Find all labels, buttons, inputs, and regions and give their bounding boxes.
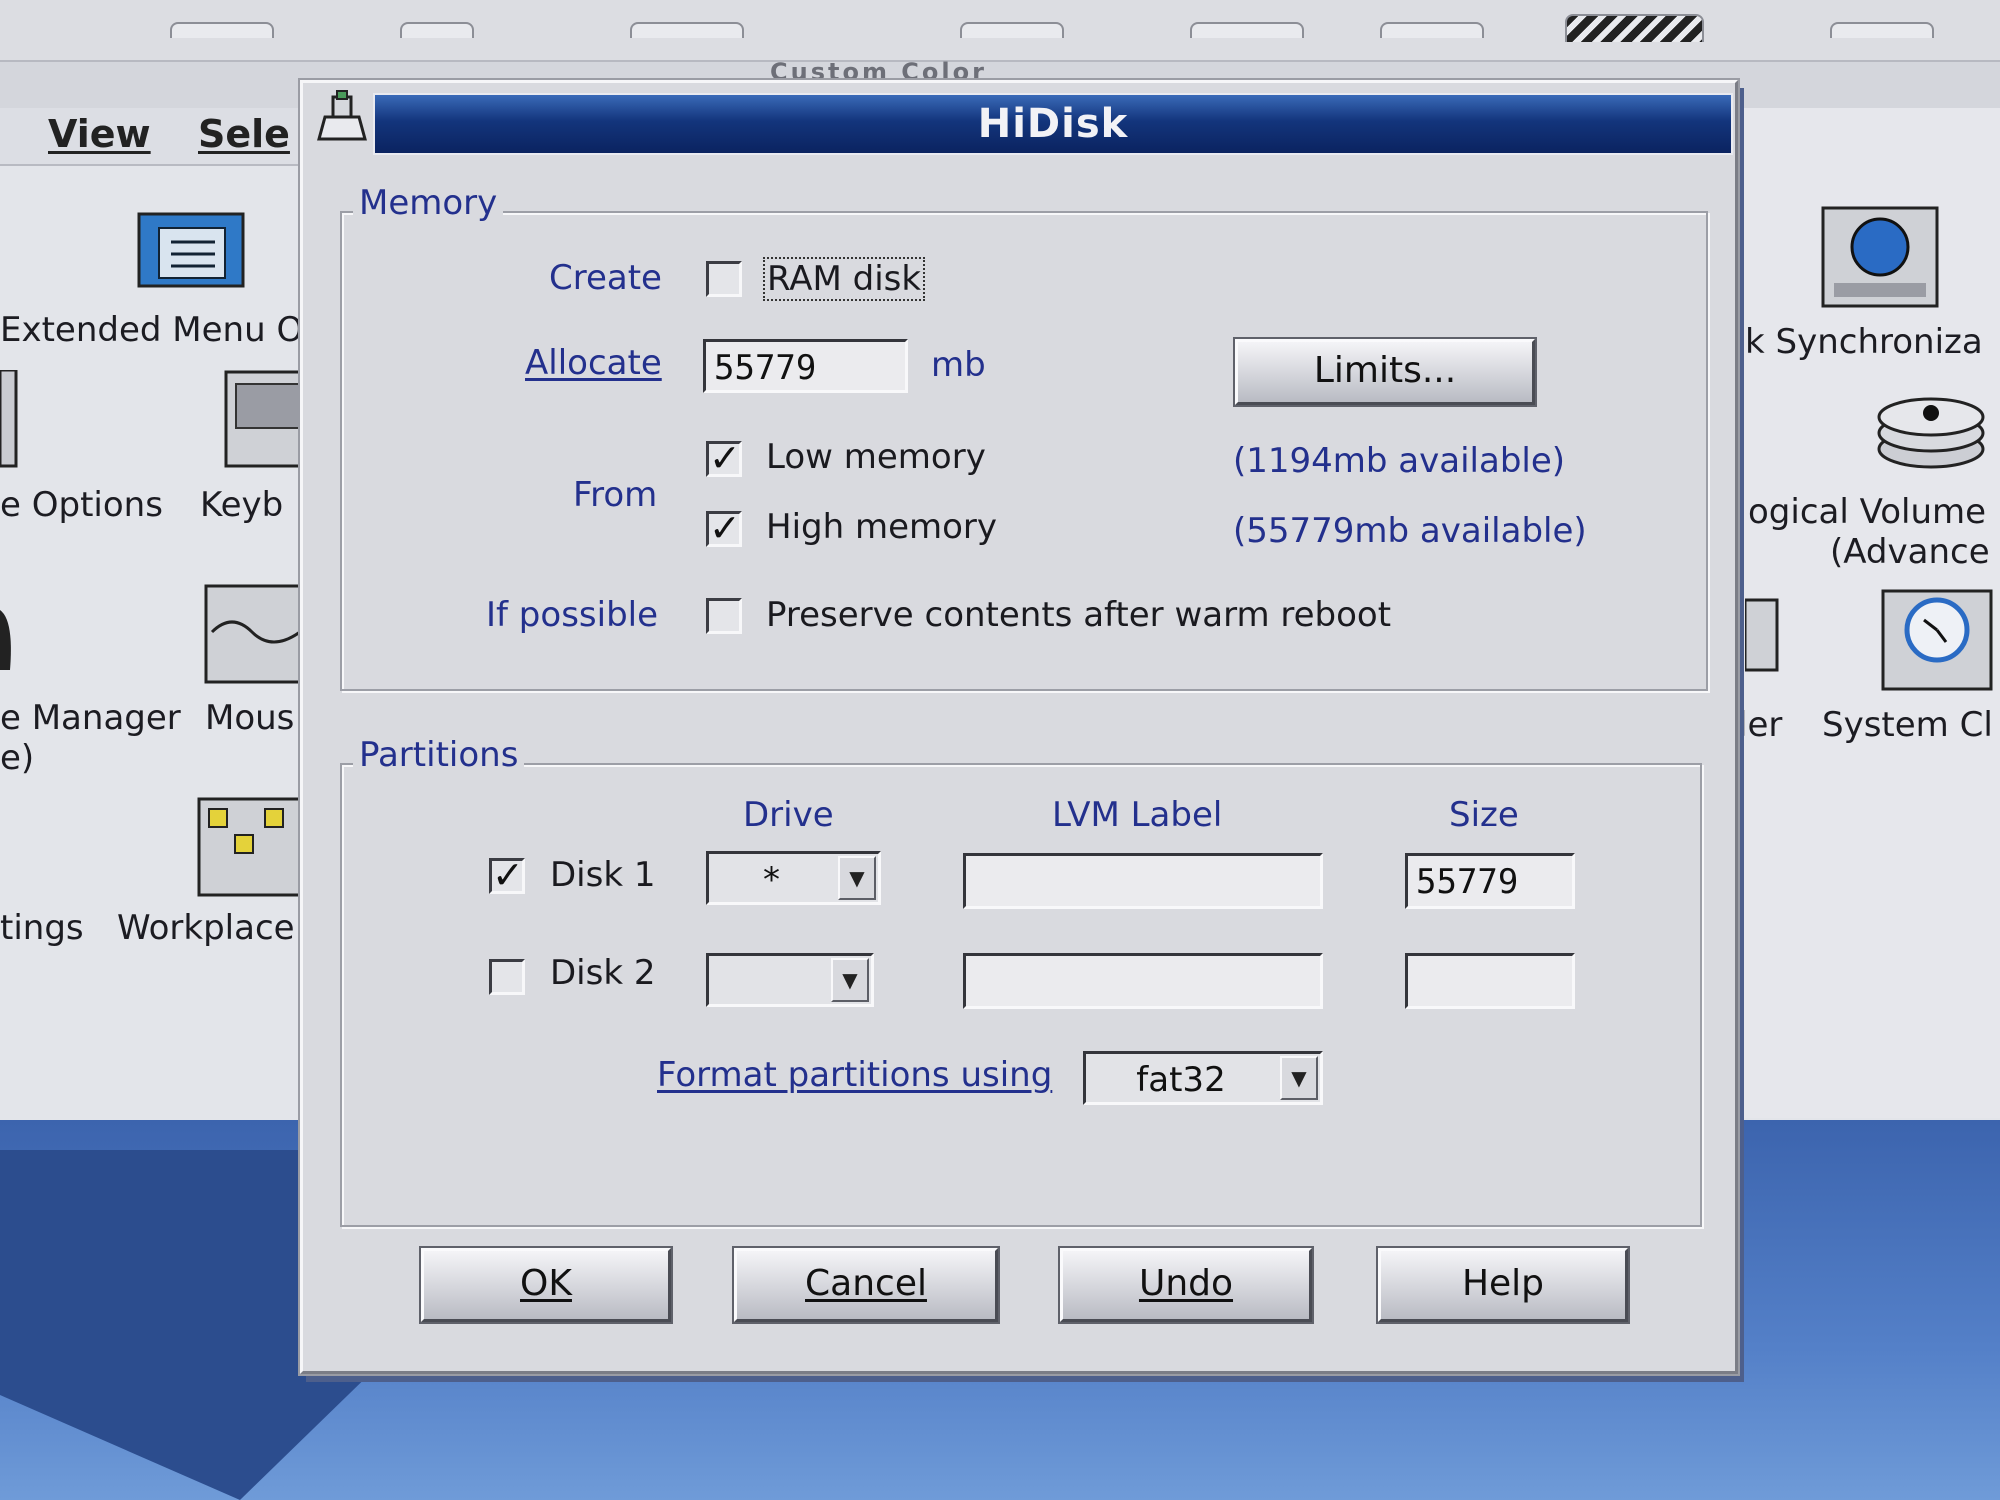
chevron-down-icon[interactable]: ▼ [838, 856, 876, 900]
disk-2-size-input[interactable] [1405, 953, 1575, 1009]
ram-disk-label[interactable]: RAM disk [763, 257, 926, 301]
disk-2-label[interactable]: Disk 2 [550, 953, 655, 993]
folder-tab-icon [960, 22, 1064, 38]
high-memory-label[interactable]: High memory [766, 507, 997, 547]
system-clock-icon[interactable] [1880, 588, 1994, 698]
high-memory-available: (55779mb available) [1233, 511, 1587, 551]
allocate-label: Allocate [525, 343, 662, 383]
folder-tab-icon [630, 22, 744, 38]
format-select[interactable]: fat32 ▼ [1083, 1051, 1323, 1105]
disk-2-checkbox[interactable] [489, 959, 525, 995]
workplace-icon[interactable] [195, 795, 302, 903]
low-memory-available: (1194mb available) [1233, 441, 1566, 481]
folder-tab-icon [1190, 22, 1304, 38]
icon-label: Mous [205, 698, 295, 738]
undo-button-label: Undo [1138, 1263, 1234, 1304]
title-bar[interactable]: HiDisk [373, 93, 1733, 155]
drive-header: Drive [743, 795, 834, 835]
help-button-label: Help [1461, 1263, 1545, 1304]
icon-label: e Options [0, 485, 163, 525]
disk-1-drive-value: * [763, 860, 780, 900]
ok-button-label: OK [520, 1263, 572, 1304]
ram-disk-checkbox[interactable] [706, 261, 742, 297]
icon-label: System Cl [1822, 705, 1993, 745]
memory-group-title: Memory [353, 183, 504, 223]
disk-1-lvm-label-input[interactable] [963, 853, 1323, 909]
mouse-icon[interactable] [202, 582, 302, 690]
folder-tab-icon [400, 22, 474, 38]
preserve-label[interactable]: Preserve contents after warm reboot [766, 595, 1391, 635]
scheduler-icon[interactable] [1743, 590, 1785, 684]
from-label: From [573, 475, 658, 515]
if-possible-label: If possible [486, 595, 659, 635]
disk-2-lvm-label-input[interactable] [963, 953, 1323, 1009]
dialog-title: HiDisk [977, 101, 1129, 147]
partitions-group-title: Partitions [353, 735, 525, 775]
icon-label: tings [0, 908, 84, 948]
size-header: Size [1449, 795, 1519, 835]
preserve-checkbox[interactable] [706, 598, 742, 634]
icon-label: (Advance [1830, 532, 1990, 572]
disk-1-size-input[interactable]: 55779 [1405, 853, 1575, 909]
folder-tab-icon [1830, 22, 1934, 38]
disk-1-label[interactable]: Disk 1 [550, 855, 655, 895]
clock-sync-icon[interactable] [1820, 205, 1940, 314]
menu-config-icon[interactable] [135, 200, 247, 294]
format-value: fat32 [1136, 1060, 1226, 1100]
menu-selected[interactable]: Sele [198, 112, 290, 156]
lvm-label-header: LVM Label [1052, 795, 1223, 835]
undo-button[interactable]: Undo [1060, 1248, 1312, 1322]
format-label: Format partitions using [657, 1055, 1053, 1095]
folder-tab-icon [1380, 22, 1484, 38]
keyboard-icon[interactable] [222, 370, 302, 474]
cancel-button-label: Cancel [805, 1263, 927, 1304]
chevron-down-icon[interactable]: ▼ [1280, 1056, 1318, 1100]
background-folder-strip [0, 0, 2000, 63]
hidisk-dialog: HiDisk Memory Create RAM disk Allocate 5… [300, 80, 1738, 1374]
allocate-unit: mb [931, 345, 986, 385]
cancel-button[interactable]: Cancel [734, 1248, 998, 1322]
disk-1-checkbox[interactable]: ✓ [489, 856, 525, 894]
folder-tab-icon [170, 22, 274, 38]
icon-label: ler [1738, 705, 1783, 745]
device-icon[interactable] [0, 600, 20, 684]
ok-button[interactable]: OK [421, 1248, 671, 1322]
low-memory-checkbox[interactable]: ✓ [706, 439, 742, 477]
help-button[interactable]: Help [1378, 1248, 1628, 1322]
chevron-down-icon[interactable]: ▼ [831, 958, 869, 1002]
limits-button[interactable]: Limits... [1235, 339, 1535, 405]
low-memory-label[interactable]: Low memory [766, 437, 986, 477]
disk-stack-icon[interactable] [1875, 385, 1987, 479]
create-label: Create [549, 258, 662, 298]
disk-1-drive-select[interactable]: * ▼ [706, 851, 881, 905]
icon-label: e) [0, 738, 35, 778]
allocate-input[interactable]: 55779 [703, 339, 908, 393]
icon-label: Workplace [117, 908, 295, 948]
device-icon[interactable] [0, 368, 20, 474]
icon-label: k Synchroniza [1745, 322, 1983, 362]
icon-label: e Manager [0, 698, 181, 738]
disk-2-drive-select[interactable]: ▼ [706, 953, 874, 1007]
icon-label: ogical Volume M [1748, 492, 2000, 532]
high-memory-checkbox[interactable]: ✓ [706, 509, 742, 547]
icon-label: Extended Menu O [0, 310, 304, 350]
system-menu-icon[interactable] [313, 87, 371, 149]
active-folder-tab-icon [1565, 14, 1704, 42]
menu-view[interactable]: View [48, 112, 151, 156]
icon-label: Keyb [200, 485, 284, 525]
